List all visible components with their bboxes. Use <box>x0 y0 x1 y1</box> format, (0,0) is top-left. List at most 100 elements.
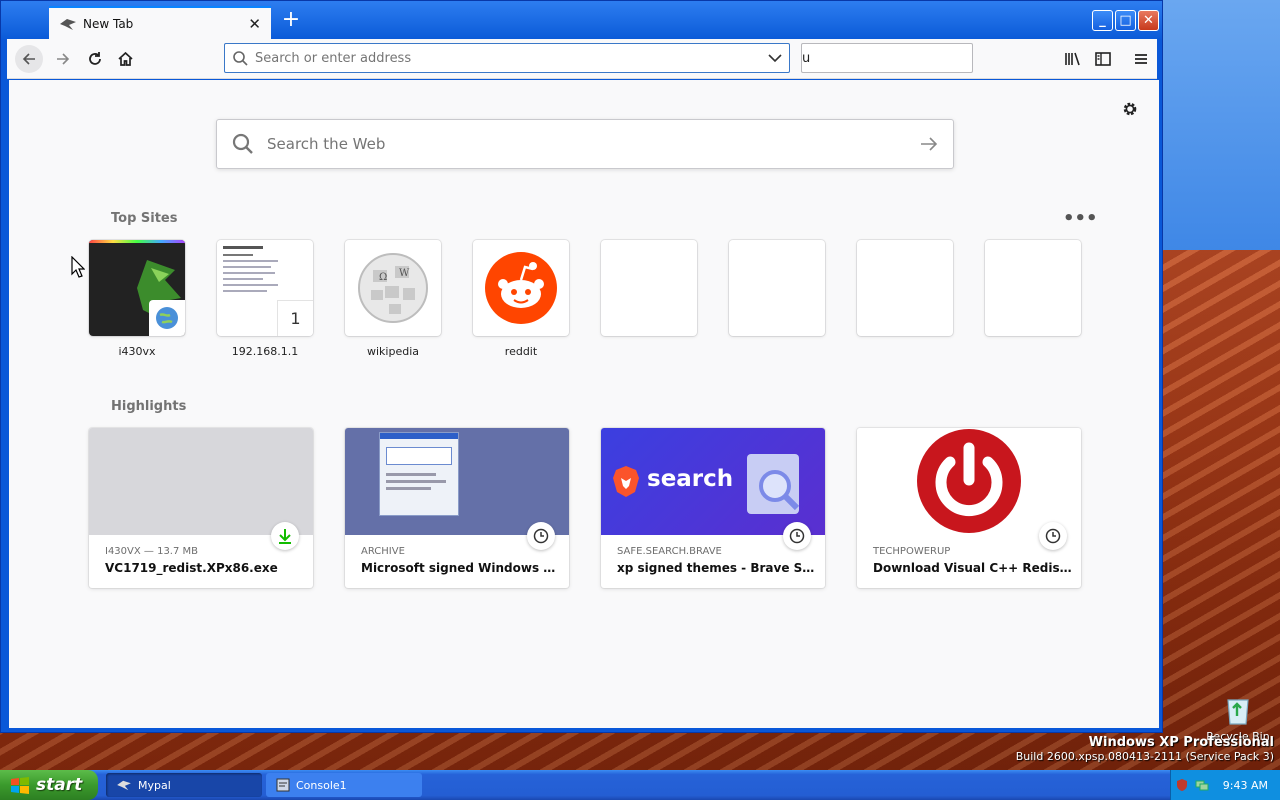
card-title: Microsoft signed Windows XP T... <box>361 561 561 575</box>
site-placeholder <box>729 240 825 336</box>
card-meta: TECHPOWERUP <box>873 546 951 557</box>
card-image: search <box>601 428 825 535</box>
site-thumbnail: Ω W <box>345 240 441 336</box>
site-thumbnail <box>89 240 185 336</box>
network-icon[interactable] <box>1195 778 1209 792</box>
highlights-title: Highlights <box>111 399 187 414</box>
security-shield-icon[interactable] <box>1175 778 1189 792</box>
tab-strip: New Tab ✕ + _ □ ✕ <box>1 1 1162 39</box>
more-options-icon[interactable]: ••• <box>1063 208 1098 229</box>
highlight-card[interactable]: TECHPOWERUP Download Visual C++ Redistri… <box>857 428 1081 588</box>
card-image <box>857 428 1081 535</box>
search-bar[interactable] <box>801 43 973 73</box>
top-site-tile[interactable]: 1 192.168.1.1 <box>217 240 313 358</box>
web-search-box[interactable] <box>216 119 954 169</box>
top-site-tile[interactable]: i430vx <box>89 240 185 358</box>
top-sites-title: Top Sites <box>111 211 178 226</box>
system-tray: 9:43 AM <box>1170 770 1280 800</box>
card-meta: I430VX — 13.7 MB <box>105 546 199 557</box>
forward-arrow-icon <box>57 53 70 65</box>
site-placeholder <box>601 240 697 336</box>
magnifier-icon <box>759 470 800 511</box>
brave-search-wordmark: search <box>647 466 734 492</box>
reddit-icon <box>485 252 557 324</box>
empty-site-tile[interactable] <box>857 240 953 345</box>
globe-icon <box>149 300 185 336</box>
router-page-preview <box>223 246 283 326</box>
search-bar-input[interactable] <box>802 50 972 66</box>
minimize-button[interactable]: _ <box>1092 10 1113 31</box>
card-title: xp signed themes - Brave Search <box>617 561 817 575</box>
site-thumbnail <box>473 240 569 336</box>
home-button[interactable] <box>111 45 139 73</box>
top-site-tile[interactable]: Ω W wikipedia <box>345 240 441 358</box>
site-thumbnail: 1 <box>217 240 313 336</box>
taskbar-item-console1[interactable]: Console1 <box>266 773 422 797</box>
tab-new-tab[interactable]: New Tab ✕ <box>49 6 271 39</box>
console-icon <box>276 778 290 792</box>
gear-icon[interactable] <box>1121 100 1139 118</box>
os-build: Build 2600.xpsp.080413-2111 (Service Pac… <box>1015 750 1274 763</box>
newtab-page: Top Sites ••• i430vx <box>9 80 1159 728</box>
windows-version-watermark: Windows XP Professional Build 2600.xpsp.… <box>1016 735 1274 763</box>
sidebar-icon <box>1095 52 1111 66</box>
mouse-cursor-icon <box>71 256 85 278</box>
close-window-button[interactable]: ✕ <box>1138 10 1159 31</box>
highlight-card[interactable]: I430VX — 13.7 MB VC1719_redist.XPx86.exe <box>89 428 313 588</box>
windows-logo-icon <box>11 777 29 794</box>
web-search-input[interactable] <box>267 135 919 153</box>
tab-title: New Tab <box>83 16 134 31</box>
card-meta: ARCHIVE <box>361 546 405 557</box>
new-tab-button[interactable]: + <box>279 7 303 33</box>
site-label: wikipedia <box>366 345 419 358</box>
wikipedia-globe-icon: Ω W <box>358 253 428 323</box>
os-name: Windows XP Professional <box>1088 735 1274 750</box>
brave-lion-icon <box>613 466 639 497</box>
power-icon <box>917 429 1021 533</box>
clock: 9:43 AM <box>1222 778 1268 792</box>
empty-site-tile[interactable] <box>601 240 697 345</box>
menu-button[interactable] <box>1127 45 1155 73</box>
back-button[interactable] <box>15 45 43 73</box>
library-icon <box>1065 52 1080 66</box>
empty-site-tile[interactable] <box>729 240 825 345</box>
back-arrow-icon <box>22 53 35 65</box>
reload-button[interactable] <box>81 45 109 73</box>
browser-window: New Tab ✕ + _ □ ✕ Search or enter addres… <box>0 0 1163 733</box>
top-site-tile[interactable]: reddit <box>473 240 569 358</box>
recycle-bin-icon <box>1227 699 1249 725</box>
taskbar-item-mypal[interactable]: Mypal <box>106 773 262 797</box>
home-icon <box>117 51 133 66</box>
card-image <box>89 428 313 535</box>
address-input[interactable] <box>255 50 761 66</box>
forward-button[interactable] <box>49 45 77 73</box>
task-label: Mypal <box>138 778 171 792</box>
svg-text:Ω: Ω <box>379 272 387 283</box>
mypal-icon <box>60 18 76 30</box>
reload-icon <box>89 52 101 65</box>
card-image <box>345 428 569 535</box>
mypal-icon <box>117 780 131 791</box>
library-button[interactable] <box>1059 45 1087 73</box>
site-badge: 1 <box>277 300 313 336</box>
address-bar[interactable] <box>224 43 790 73</box>
svg-text:W: W <box>399 268 410 279</box>
start-button[interactable]: start <box>0 770 98 800</box>
chevron-down-icon[interactable] <box>761 50 789 66</box>
hamburger-menu-icon <box>1135 54 1147 64</box>
start-label: start <box>36 775 83 795</box>
site-placeholder <box>857 240 953 336</box>
clock-icon <box>783 522 811 550</box>
clock-icon <box>527 522 555 550</box>
site-label: reddit <box>504 345 538 358</box>
close-tab-icon[interactable]: ✕ <box>248 15 261 33</box>
sidebar-button[interactable] <box>1089 45 1117 73</box>
maximize-button[interactable]: □ <box>1115 10 1136 31</box>
search-icon <box>233 51 248 66</box>
empty-site-tile[interactable] <box>985 240 1081 345</box>
highlight-card[interactable]: ARCHIVE Microsoft signed Windows XP T... <box>345 428 569 588</box>
card-title: Download Visual C++ Redistribu... <box>873 561 1073 575</box>
go-arrow-icon[interactable] <box>919 136 939 152</box>
highlight-card[interactable]: search SAFE.SEARCH.BRAVE xp signed theme… <box>601 428 825 588</box>
clock-icon <box>1039 522 1067 550</box>
